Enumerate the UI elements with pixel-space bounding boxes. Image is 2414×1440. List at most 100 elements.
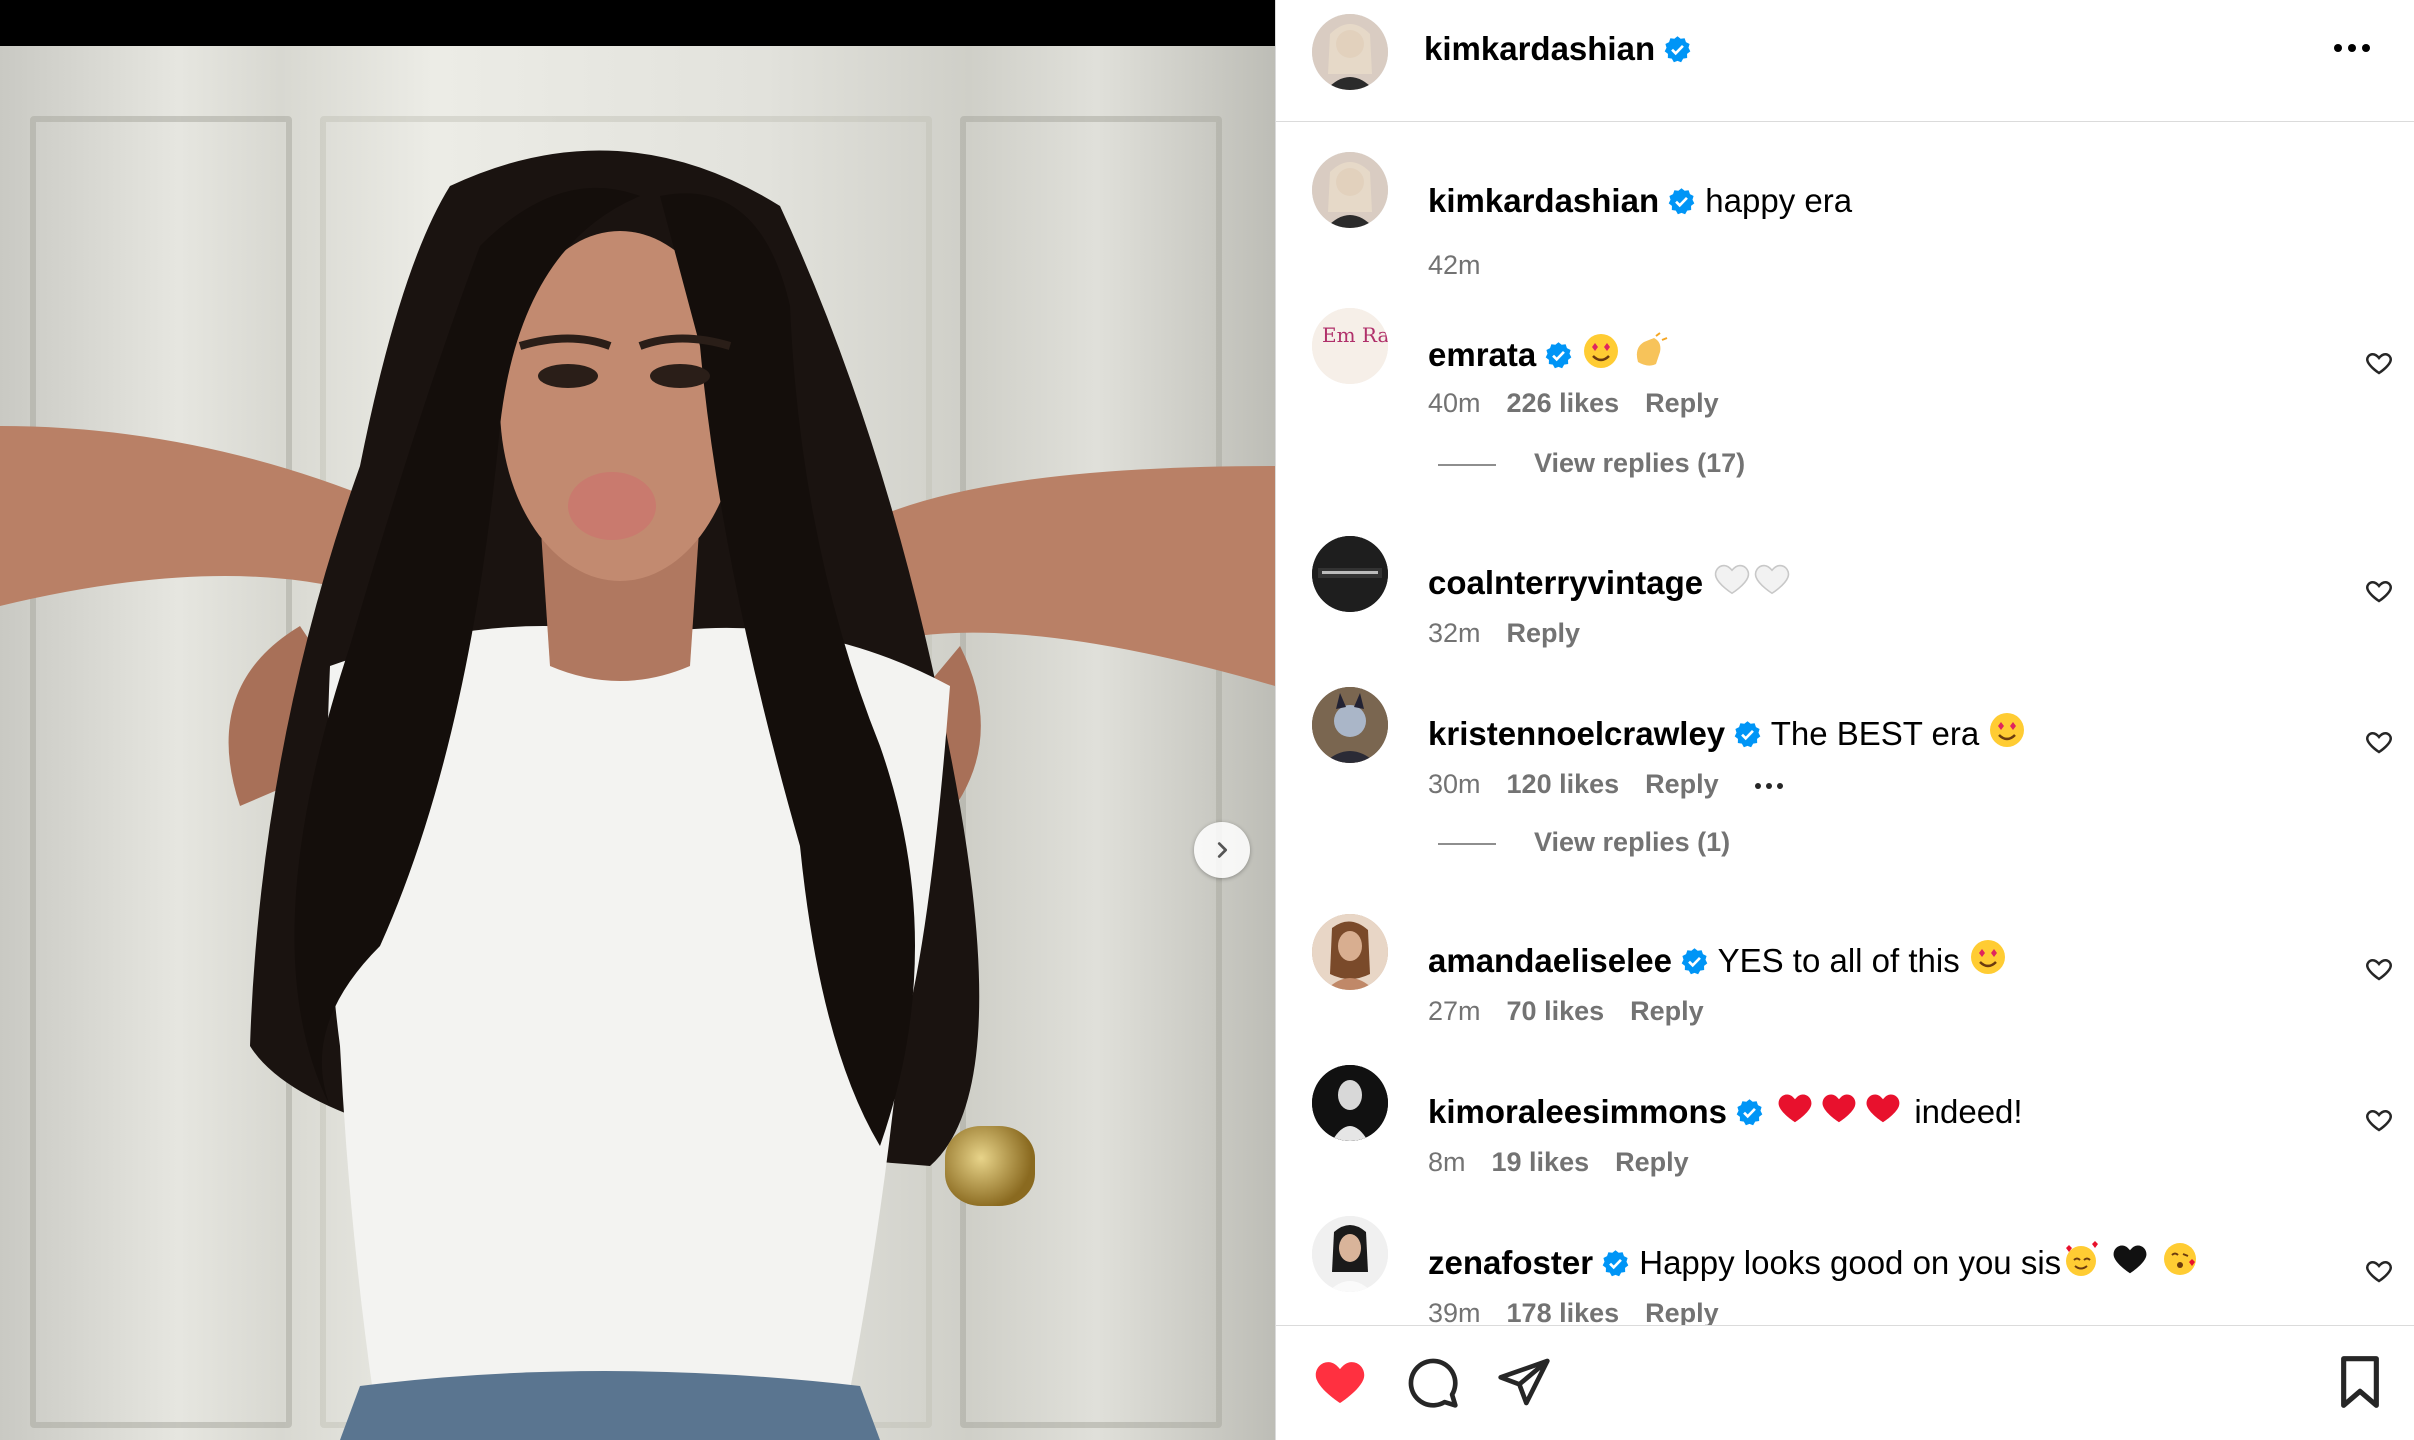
person-illustration xyxy=(0,150,1275,1440)
comment-text: emrata xyxy=(1428,332,1670,374)
avatar[interactable] xyxy=(1312,1216,1388,1292)
white-heart-emoji-icon xyxy=(1755,564,1790,595)
comment-likes[interactable]: 178 likes xyxy=(1507,1298,1620,1325)
view-replies-button[interactable]: View replies (17) xyxy=(1438,448,1745,479)
red-heart-emoji-icon xyxy=(1866,1094,1900,1123)
post-side-panel: kimkardashian kimkardashian happy era 42… xyxy=(1275,0,2414,1440)
avatar-text: Em Rata xyxy=(1322,323,1388,347)
comment-likes[interactable]: 120 likes xyxy=(1507,769,1620,799)
smiling-face-hearts-emoji-icon xyxy=(2066,1241,2099,1276)
heart-icon[interactable] xyxy=(2364,1105,2394,1135)
comment-options-icon[interactable] xyxy=(1754,782,1783,789)
comments-list: kimkardashian happy era 42m Em Rata emra… xyxy=(1276,122,2414,1325)
verified-badge-icon xyxy=(1736,1099,1763,1126)
heart-eyes-emoji-icon xyxy=(1584,334,1619,368)
view-replies-label: View replies (17) xyxy=(1534,448,1746,478)
divider xyxy=(1438,463,1496,466)
post-author-name[interactable]: kimkardashian xyxy=(1424,30,1655,67)
heart-icon[interactable] xyxy=(2364,576,2394,606)
avatar[interactable]: Em Rata xyxy=(1312,308,1388,384)
reply-button[interactable]: Reply xyxy=(1645,1298,1719,1325)
bookmark-icon[interactable] xyxy=(2332,1354,2388,1410)
comment-time: 32m xyxy=(1428,618,1481,648)
black-heart-emoji-icon xyxy=(2113,1245,2147,1274)
comment-time: 8m xyxy=(1428,1147,1466,1177)
comment-icon[interactable] xyxy=(1404,1354,1460,1410)
avatar[interactable] xyxy=(1312,14,1388,90)
comment-meta: 30m 120 likes Reply xyxy=(1428,769,1809,800)
comment-body: indeed! xyxy=(1914,1093,2023,1130)
comment-meta: 39m 178 likes Reply xyxy=(1428,1298,1745,1325)
view-replies-label: View replies (1) xyxy=(1534,827,1731,857)
verified-badge-icon xyxy=(1602,1250,1629,1277)
comment-username[interactable]: amandaeliselee xyxy=(1428,942,1672,979)
heart-icon[interactable] xyxy=(2364,954,2394,984)
comment-text: kristennoelcrawley The BEST era xyxy=(1428,711,2026,753)
post-media xyxy=(0,0,1275,1440)
comment-time: 42m xyxy=(1428,250,1481,280)
avatar[interactable] xyxy=(1312,1065,1388,1141)
comment-meta: 40m 226 likes Reply xyxy=(1428,388,1745,419)
chevron-right-icon xyxy=(1217,842,1228,858)
comment-likes[interactable]: 19 likes xyxy=(1492,1147,1590,1177)
verified-badge-icon xyxy=(1681,948,1708,975)
comment-text: amandaeliselee YES to all of this xyxy=(1428,938,2007,980)
post-author[interactable]: kimkardashian xyxy=(1424,30,1692,68)
comment-text: happy era xyxy=(1705,182,1853,219)
heart-eyes-emoji-icon xyxy=(1990,713,2025,747)
comment-time: 40m xyxy=(1428,388,1481,418)
like-heart-icon[interactable] xyxy=(1312,1354,1368,1410)
view-replies-button[interactable]: View replies (1) xyxy=(1438,827,1730,858)
clapping-hands-emoji-icon xyxy=(1636,332,1667,366)
heart-icon[interactable] xyxy=(2364,727,2394,757)
comment-likes[interactable]: 226 likes xyxy=(1507,388,1620,418)
verified-badge-icon xyxy=(1664,36,1691,63)
avatar[interactable] xyxy=(1312,536,1388,612)
reply-button[interactable]: Reply xyxy=(1615,1147,1689,1177)
comment-meta: 42m xyxy=(1428,250,1507,281)
share-icon[interactable] xyxy=(1496,1354,1552,1410)
comment-text: kimoraleesimmons indeed! xyxy=(1428,1089,2023,1131)
post-photo xyxy=(0,46,1275,1440)
comment-time: 27m xyxy=(1428,996,1481,1026)
post-header: kimkardashian xyxy=(1276,0,2414,122)
divider xyxy=(1438,842,1496,845)
caption-text: kimkardashian happy era xyxy=(1428,182,1852,220)
comment-username[interactable]: kimkardashian xyxy=(1428,182,1659,219)
comment-text: zenafoster Happy looks good on you sis xyxy=(1428,1240,2200,1282)
heart-eyes-emoji-icon xyxy=(1970,940,2005,974)
comment-body: The BEST era xyxy=(1770,715,1980,752)
comment-time: 30m xyxy=(1428,769,1481,799)
comment-time: 39m xyxy=(1428,1298,1481,1325)
reply-button[interactable]: Reply xyxy=(1645,388,1719,418)
post-actions xyxy=(1276,1325,2414,1440)
heart-icon[interactable] xyxy=(2364,348,2394,378)
reply-button[interactable]: Reply xyxy=(1645,769,1719,799)
verified-badge-icon xyxy=(1734,721,1761,748)
avatar[interactable] xyxy=(1312,914,1388,990)
avatar[interactable] xyxy=(1312,687,1388,763)
next-image-button[interactable] xyxy=(1194,822,1250,878)
comment-meta: 32m Reply xyxy=(1428,618,1606,649)
verified-badge-icon xyxy=(1545,342,1572,369)
reply-button[interactable]: Reply xyxy=(1630,996,1704,1026)
red-heart-emoji-icon xyxy=(1778,1094,1812,1123)
comment-text: coalnterryvintage xyxy=(1428,560,1792,602)
comment-username[interactable]: kristennoelcrawley xyxy=(1428,715,1725,752)
red-heart-emoji-icon xyxy=(1822,1094,1856,1123)
comment-body: YES to all of this xyxy=(1717,942,1960,979)
comment-username[interactable]: kimoraleesimmons xyxy=(1428,1093,1727,1130)
comment-meta: 8m 19 likes Reply xyxy=(1428,1147,1715,1178)
reply-button[interactable]: Reply xyxy=(1507,618,1581,648)
comment-body: Happy looks good on you sis xyxy=(1639,1244,2062,1281)
more-options-icon[interactable] xyxy=(2334,38,2378,58)
comment-username[interactable]: coalnterryvintage xyxy=(1428,564,1703,601)
comment-meta: 27m 70 likes Reply xyxy=(1428,996,1730,1027)
avatar[interactable] xyxy=(1312,152,1388,228)
verified-badge-icon xyxy=(1668,188,1695,215)
comment-username[interactable]: zenafoster xyxy=(1428,1244,1593,1281)
comment-likes[interactable]: 70 likes xyxy=(1507,996,1605,1026)
door-knob xyxy=(945,1126,1035,1206)
heart-icon[interactable] xyxy=(2364,1256,2394,1286)
comment-username[interactable]: emrata xyxy=(1428,336,1536,373)
